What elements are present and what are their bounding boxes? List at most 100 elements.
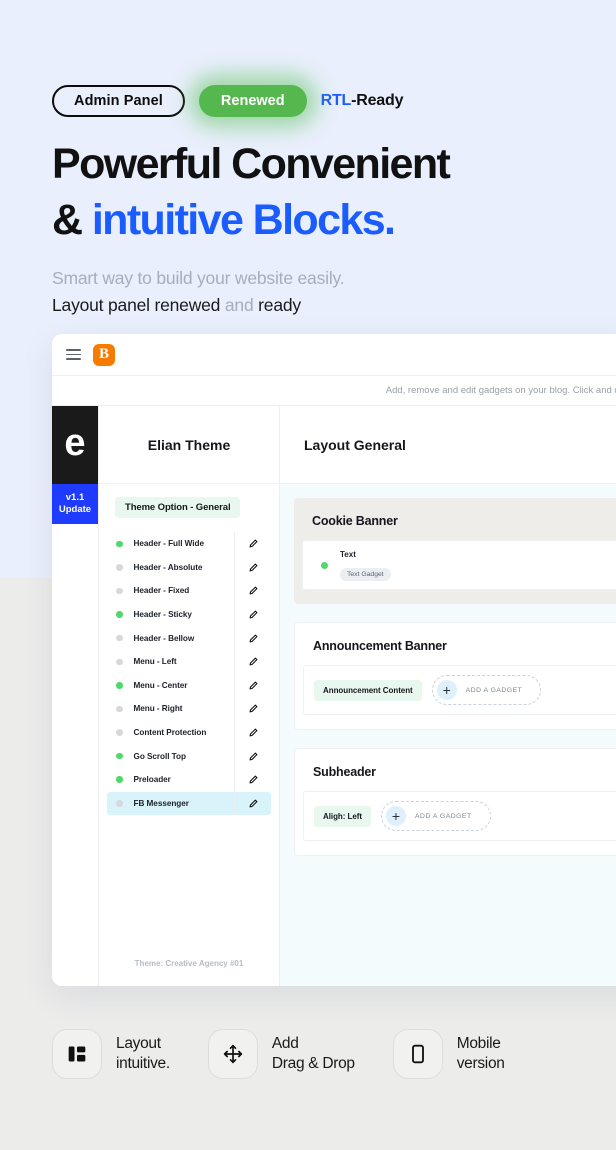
subtitle-line-2: Layout panel renewed and ready (52, 292, 572, 319)
theme-option-row[interactable]: Header - Full Wide (107, 532, 271, 556)
theme-option-row[interactable]: Preloader (107, 767, 271, 792)
title-line-2: & intuitive Blocks. (52, 192, 572, 248)
gadget-type-chip: Text Gadget (340, 567, 391, 581)
gadget-item[interactable]: Text Text Gadget (313, 550, 391, 581)
theme-option-row[interactable]: Header - Absolute (107, 555, 271, 580)
brand-strip-filler (52, 524, 98, 986)
feature-text: Layout intuitive. (116, 1034, 170, 1074)
section-content: Announcement Content + ADD A GADGET (303, 665, 616, 715)
theme-option-row[interactable]: Menu - Center (107, 673, 271, 698)
subtitle-2-strong-b: ready (258, 295, 301, 315)
mobile-phone-icon (392, 1029, 443, 1079)
theme-option-status-dot (116, 564, 123, 571)
layout-sections: Cookie Banner Text Text Gadget Announcem… (280, 484, 616, 986)
move-arrows-icon (207, 1029, 258, 1079)
theme-option-status-dot (116, 634, 123, 642)
gadget-status-dot (321, 561, 328, 569)
feature-text: Mobile version (457, 1034, 505, 1074)
pencil-icon[interactable] (235, 563, 271, 572)
theme-panel-footer: Theme: Creative Agency #01 (134, 959, 244, 968)
theme-option-status-dot (116, 682, 123, 689)
gadget-title: Text (340, 549, 356, 559)
theme-option-row[interactable]: FB Messenger (107, 791, 271, 816)
gadget-info: Text Text Gadget (340, 550, 391, 581)
pencil-icon[interactable] (235, 775, 271, 784)
theme-option-row[interactable]: Content Protection (107, 720, 271, 745)
blogger-logo-icon[interactable]: B (93, 343, 115, 366)
feature-line-1: Layout (116, 1035, 161, 1052)
pencil-icon[interactable] (235, 752, 271, 761)
feature-item: Mobile version (392, 1029, 505, 1079)
renewed-badge-wrap: Renewed (188, 75, 317, 127)
theme-option-list: Header - Full Wide Header - Absolute Heade… (99, 526, 279, 816)
add-gadget-button[interactable]: + ADD A GADGET (381, 801, 491, 831)
theme-option-label: Preloader (133, 775, 171, 785)
theme-option-row[interactable]: Header - Bellow (107, 626, 271, 650)
feature-item: Layout intuitive. (52, 1029, 170, 1079)
section-title: Cookie Banner (312, 514, 398, 528)
pencil-icon[interactable] (235, 657, 271, 666)
pencil-icon[interactable] (235, 539, 271, 548)
theme-option-row[interactable]: Menu - Right (107, 697, 271, 721)
feature-line-2: Drag & Drop (271, 1055, 355, 1072)
feature-line-2: version (456, 1055, 505, 1072)
feature-row: Layout intuitive. Add Drag & Drop Mobile vers… (52, 1029, 572, 1079)
theme-option-status-dot (116, 776, 123, 783)
theme-option-label: FB Messenger (133, 798, 189, 808)
theme-option-label: Content Protection (133, 728, 207, 738)
blogger-logo-letter: B (98, 345, 109, 362)
pencil-icon[interactable] (235, 586, 271, 595)
pencil-icon[interactable] (235, 728, 271, 737)
rtl-suffix: -Ready (351, 92, 404, 109)
title-highlight: intuitive Blocks. (91, 196, 396, 244)
version-number: v1.1 (65, 492, 85, 503)
section-title: Announcement Banner (313, 639, 447, 653)
theme-panel-title: Elian Theme (99, 406, 279, 484)
layout-section-announcement-banner[interactable]: Announcement Banner Announcement Content… (294, 622, 616, 730)
theme-option-status-dot (116, 752, 123, 760)
feature-line-1: Mobile (456, 1035, 501, 1052)
theme-option-label: Header - Full Wide (133, 539, 205, 549)
brand-mark: e (52, 406, 98, 484)
pencil-icon[interactable] (235, 681, 271, 690)
pencil-icon[interactable] (235, 634, 271, 643)
pencil-icon[interactable] (235, 799, 271, 808)
hamburger-icon[interactable] (66, 348, 81, 361)
add-gadget-label: ADD A GADGET (415, 812, 472, 820)
brand-strip: e v1.1 Update (52, 406, 98, 986)
theme-option-status-dot (116, 800, 123, 807)
layout-section-subheader[interactable]: Subheader Aligh: Left + ADD A GADGET (294, 748, 616, 856)
badge-row: Admin Panel Renewed RTL-Ready (52, 75, 572, 127)
feature-item: Add Drag & Drop (207, 1029, 355, 1079)
admin-panel-badge[interactable]: Admin Panel (52, 85, 185, 117)
add-gadget-button[interactable]: + ADD A GADGET (431, 675, 542, 705)
title-ampersand: & (52, 196, 83, 244)
theme-option-status-dot (116, 587, 123, 595)
pencil-icon[interactable] (235, 610, 271, 619)
renewed-badge[interactable]: Renewed (198, 85, 307, 117)
feature-line-1: Add (271, 1035, 299, 1052)
section-title: Subheader (313, 765, 376, 779)
theme-option-row[interactable]: Go Scroll Top (107, 744, 271, 768)
theme-option-status-dot (116, 540, 123, 548)
layout-area: Layout General Cookie Banner Text Text G… (280, 406, 616, 986)
theme-option-row[interactable]: Header - Sticky (107, 602, 271, 627)
app-body: e v1.1 Update Elian Theme Theme Option -… (52, 406, 616, 986)
title-line-1: Powerful Convenient (52, 140, 451, 188)
theme-option-label: Menu - Left (133, 657, 177, 667)
layout-title: Layout General (280, 406, 616, 484)
theme-panel: Elian Theme Theme Option - General Heade… (98, 406, 280, 986)
app-helper-bar: Add, remove and edit gadgets on your blo… (52, 376, 616, 406)
theme-option-status-dot (116, 729, 123, 736)
theme-option-status-dot (116, 611, 123, 618)
theme-option-label: Header - Fixed (133, 586, 190, 596)
theme-option-row[interactable]: Menu - Left (107, 649, 271, 674)
layout-section-cookie-banner[interactable]: Cookie Banner Text Text Gadget (294, 498, 616, 604)
hero-section: Admin Panel Renewed RTL-Ready Powerful C… (52, 75, 572, 319)
theme-option-label: Header - Absolute (133, 562, 203, 572)
pencil-icon[interactable] (235, 704, 271, 713)
version-word: Update (58, 504, 92, 515)
theme-option-status-dot (116, 705, 123, 713)
theme-option-row[interactable]: Header - Fixed (107, 579, 271, 603)
theme-option-pill: Theme Option - General (115, 497, 241, 518)
